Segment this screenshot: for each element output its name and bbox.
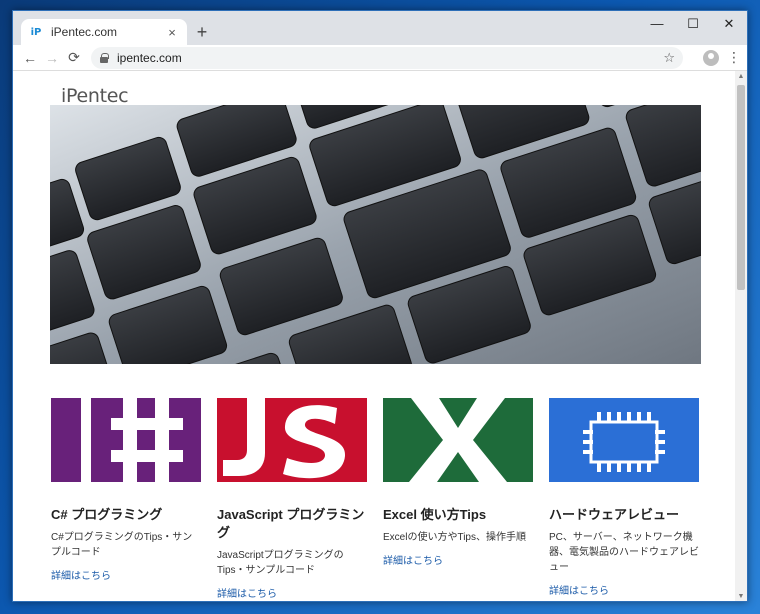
tab-ipentec[interactable]: iP iPentec.com ×: [21, 19, 187, 45]
card-javascript[interactable]: JavaScript プログラミング JavaScriptプログラミングのTip…: [217, 398, 367, 600]
card-hardware[interactable]: ハードウェアレビュー PC、サーバー、ネットワーク機器、電気製品のハードウェアレ…: [549, 398, 699, 597]
close-window-button[interactable]: ✕: [711, 11, 747, 39]
tab-title: iPentec.com: [51, 25, 118, 39]
lock-icon[interactable]: [99, 52, 109, 63]
address-bar[interactable]: ipentec.com ☆: [91, 46, 683, 69]
site-logo[interactable]: iPentec: [61, 85, 129, 107]
scroll-down-arrow-icon[interactable]: ▼: [735, 591, 747, 601]
maximize-button[interactable]: ☐: [675, 11, 711, 39]
minimize-button[interactable]: —: [639, 11, 675, 39]
url-text[interactable]: ipentec.com: [117, 51, 663, 65]
window-controls: — ☐ ✕: [639, 11, 747, 39]
scroll-thumb[interactable]: [737, 85, 745, 290]
keyboard-photo: [50, 105, 701, 364]
forward-arrow-icon[interactable]: →: [41, 50, 63, 66]
card-detail-link[interactable]: 詳細はこちら: [217, 585, 367, 600]
browser-toolbar: ← → ⟳ ipentec.com ☆ ⋮: [13, 45, 747, 71]
card-description: C#プログラミングのTips・サンプルコード: [51, 532, 193, 558]
tab-close-icon[interactable]: ×: [165, 25, 179, 40]
new-tab-button[interactable]: +: [193, 23, 211, 41]
profile-icon[interactable]: [703, 49, 719, 66]
excel-logo[interactable]: [383, 398, 533, 482]
card-title[interactable]: Excel 使い方Tips: [383, 506, 533, 524]
card-csharp[interactable]: C# プログラミング C#プログラミングのTips・サンプルコード 詳細はこちら: [51, 398, 201, 582]
card-description: Excelの使い方やTips、操作手順: [383, 532, 526, 543]
csharp-logo[interactable]: [51, 398, 201, 482]
card-detail-link[interactable]: 詳細はこちら: [549, 582, 699, 597]
browser-window: iP iPentec.com × + — ☐ ✕ ← → ⟳ ipentec.c…: [12, 10, 748, 602]
javascript-logo[interactable]: [217, 398, 367, 482]
reload-icon[interactable]: ⟳: [63, 49, 85, 66]
scroll-up-arrow-icon[interactable]: ▲: [735, 71, 747, 83]
star-icon[interactable]: ☆: [663, 50, 675, 66]
back-arrow-icon[interactable]: ←: [19, 50, 41, 66]
vertical-scrollbar[interactable]: ▲ ▼: [735, 71, 747, 601]
favicon-icon: iP: [30, 26, 42, 38]
card-excel[interactable]: Excel 使い方Tips Excelの使い方やTips、操作手順 詳細はこちら: [383, 398, 533, 567]
card-title[interactable]: ハードウェアレビュー: [549, 506, 699, 524]
card-detail-link[interactable]: 詳細はこちら: [383, 552, 533, 567]
hero-keyboard-image: [50, 105, 701, 364]
card-title[interactable]: JavaScript プログラミング: [217, 506, 367, 542]
tab-strip: iP iPentec.com × + — ☐ ✕: [13, 11, 747, 45]
chip-logo[interactable]: [549, 398, 699, 482]
card-description: PC、サーバー、ネットワーク機器、電気製品のハードウェアレビュー: [549, 532, 699, 573]
card-description: JavaScriptプログラミングのTips・サンプルコード: [217, 550, 344, 576]
card-title[interactable]: C# プログラミング: [51, 506, 201, 524]
page-viewport: iPentec C# プログラミング C#プログラミングのTips・サンプルコー…: [13, 71, 737, 601]
card-detail-link[interactable]: 詳細はこちら: [51, 567, 201, 582]
kebab-menu-icon[interactable]: ⋮: [727, 49, 741, 66]
